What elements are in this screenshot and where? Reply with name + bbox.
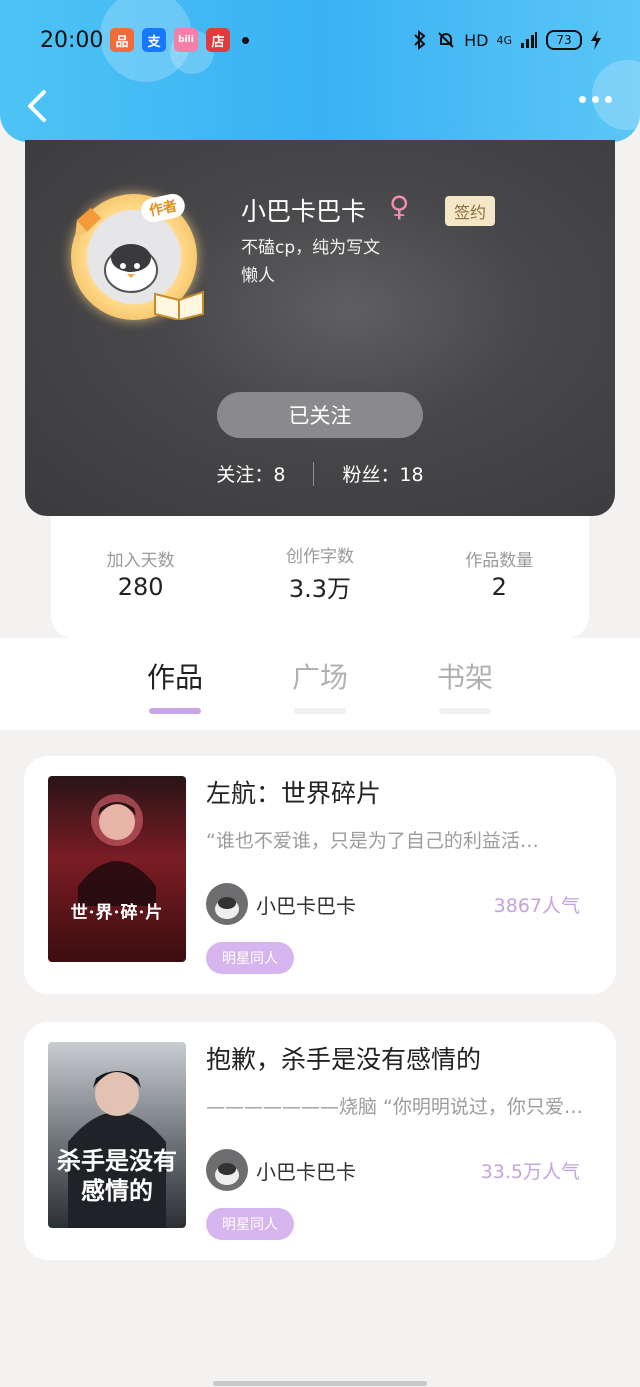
penguin-icon — [215, 1163, 239, 1185]
book-cover[interactable]: 杀手是没有感情的 — [48, 1042, 186, 1228]
status-app-icons: 品 支 bili 店 — [110, 28, 249, 52]
penguin-icon — [215, 897, 239, 919]
book-cover[interactable]: 世·界·碎·片 — [48, 776, 186, 962]
female-icon: ♀ — [389, 190, 410, 223]
cover-portrait-icon — [78, 794, 156, 906]
author-info-card: 加入天数 280 创作字数 3.3万 作品数量 2 — [51, 516, 589, 638]
info-value: 3.3万 — [288, 575, 352, 603]
info-label: 加入天数 — [106, 550, 175, 571]
author-avatar[interactable] — [206, 1149, 248, 1191]
bilibili-icon: bili — [174, 28, 198, 52]
book-author-row: 小巴卡巴卡 3867人气 — [206, 882, 586, 926]
book-author-row: 小巴卡巴卡 33.5万人气 — [206, 1148, 586, 1192]
book-excerpt: “谁也不爱谁，只是为了自己的利益活… — [206, 830, 539, 852]
tab-indicator — [149, 708, 201, 714]
book-card[interactable]: 杀手是没有感情的 抱歉，杀手是没有感情的 ———————烧脑 “你明明说过，你只… — [24, 1022, 616, 1260]
fans-count[interactable]: 粉丝：18 — [342, 460, 423, 487]
author-avatar[interactable] — [206, 883, 248, 925]
alipay-icon: 支 — [142, 28, 166, 52]
info-value: 2 — [491, 572, 507, 601]
divider — [313, 461, 315, 486]
tab-works[interactable]: 作品 — [135, 656, 215, 714]
status-right: HD 4G 73 — [412, 30, 602, 50]
chevron-left-icon[interactable] — [22, 86, 52, 126]
tab-square[interactable]: 广场 — [280, 656, 360, 714]
tab-indicator — [439, 708, 491, 714]
book-icon — [154, 290, 204, 320]
more-dots-icon[interactable] — [579, 96, 612, 103]
popularity-count: 33.5万人气 — [480, 1160, 580, 1183]
tab-bar: 作品 广场 书架 — [0, 638, 640, 730]
tab-bookshelf[interactable]: 书架 — [425, 656, 505, 714]
profile-card: 作者 小巴卡巴卡 ♀ 签约 不磕cp，纯为写文 懒人 已关注 关注：8 粉丝：1… — [25, 140, 615, 516]
decor-bubble — [592, 60, 640, 130]
user-bio: 不磕cp，纯为写文 懒人 — [241, 234, 501, 290]
author-name: 小巴卡巴卡 — [256, 1159, 356, 1184]
book-title[interactable]: 左航：世界碎片 — [206, 774, 381, 810]
following-count[interactable]: 关注：8 — [216, 460, 285, 487]
status-bar: 20:00 品 支 bili 店 HD 4G 73 — [0, 22, 640, 58]
notification-dot — [242, 36, 249, 44]
tab-indicator — [294, 708, 346, 714]
info-label: 作品数量 — [465, 550, 534, 571]
signal-icon — [521, 32, 537, 48]
follow-stats: 关注：8 粉丝：18 — [25, 460, 615, 487]
pencil-icon — [75, 208, 101, 238]
network-type: HD — [464, 30, 489, 50]
avatar[interactable]: 作者 — [61, 178, 211, 328]
tab-label: 作品 — [146, 661, 203, 694]
username: 小巴卡巴卡 — [241, 197, 367, 226]
info-value: 280 — [117, 572, 164, 601]
battery-indicator: 73 — [546, 30, 582, 50]
bio-line: 不磕cp，纯为写文 — [241, 238, 381, 258]
bio-line: 懒人 — [241, 266, 275, 286]
book-excerpt: ———————烧脑 “你明明说过，你只爱… — [206, 1096, 583, 1118]
charging-icon — [591, 30, 601, 50]
status-time: 20:00 — [40, 27, 104, 53]
tab-label: 书架 — [436, 661, 493, 694]
book-card[interactable]: 世·界·碎·片 左航：世界碎片 “谁也不爱谁，只是为了自己的利益活… 小巴卡巴卡… — [24, 756, 616, 994]
book-title[interactable]: 抱歉，杀手是没有感情的 — [206, 1040, 481, 1076]
bluetooth-icon — [414, 30, 426, 50]
category-tag[interactable]: 明星同人 — [206, 1208, 294, 1240]
shop-icon: 店 — [206, 28, 230, 52]
cover-title: 世·界·碎·片 — [70, 903, 164, 923]
home-indicator[interactable] — [213, 1381, 427, 1386]
signed-badge: 签约 — [445, 196, 496, 226]
author-name: 小巴卡巴卡 — [256, 893, 356, 918]
bell-mute-icon — [438, 32, 454, 48]
category-tag[interactable]: 明星同人 — [206, 942, 294, 974]
info-word-count: 创作字数 3.3万 — [250, 542, 390, 604]
info-label: 创作字数 — [285, 547, 354, 567]
popularity-count: 3867人气 — [493, 894, 580, 917]
info-work-count: 作品数量 2 — [429, 546, 569, 601]
tab-label: 广场 — [291, 661, 348, 694]
signal-type: 4G — [496, 33, 512, 47]
cover-title: 杀手是没有感情的 — [57, 1146, 177, 1205]
top-header: 20:00 品 支 bili 店 HD 4G 73 — [0, 0, 640, 142]
taobao-icon: 品 — [110, 28, 134, 52]
follow-button[interactable]: 已关注 — [217, 392, 423, 438]
info-join-days: 加入天数 280 — [71, 546, 211, 601]
